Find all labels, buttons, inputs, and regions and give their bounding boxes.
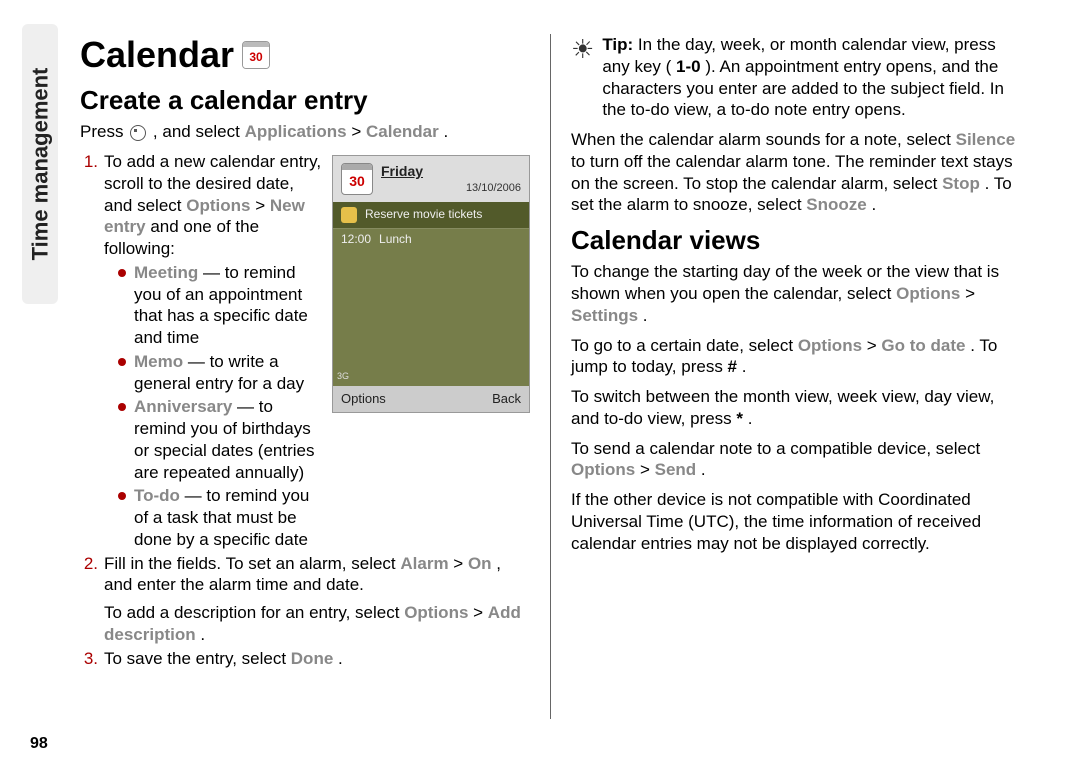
menu-options: Options [404, 603, 468, 622]
left-column: Calendar 30 Create a calendar entry Pres… [80, 30, 530, 759]
menu-stop: Stop [942, 174, 980, 193]
switch-view-paragraph: To switch between the month view, week v… [571, 386, 1021, 430]
section-tab: Time management [22, 24, 58, 304]
calendar-date-icon: 30 [341, 163, 373, 195]
screenshot-entry-1: Reserve movie tickets [333, 202, 529, 228]
menu-on: On [468, 554, 492, 573]
step-3: 3. To save the entry, select Done . [80, 648, 530, 670]
menu-settings: Settings [571, 306, 638, 325]
bullet-anniversary: Anniversary — to remind you of birthdays… [118, 396, 324, 483]
screenshot-softkeys: Options Back [333, 386, 529, 412]
menu-goto-date: Go to date [881, 336, 965, 355]
tip-block: ☀ Tip: In the day, week, or month calend… [571, 34, 1021, 121]
tip-label: Tip: [602, 35, 633, 54]
title-text: Calendar [80, 32, 234, 78]
utc-paragraph: If the other device is not compatible wi… [571, 489, 1021, 554]
send-paragraph: To send a calendar note to a compatible … [571, 438, 1021, 482]
calendar-icon: 30 [242, 41, 270, 69]
menu-options: Options [798, 336, 862, 355]
bullet-icon [118, 358, 126, 366]
step-1-block: 30 Friday 13/10/2006 Reserve movie ticke… [80, 151, 530, 551]
menu-options: Options [896, 284, 960, 303]
screenshot-date: 13/10/2006 [381, 181, 521, 195]
step-2: 2. Fill in the fields. To set an alarm, … [80, 553, 530, 646]
menu-silence: Silence [956, 130, 1016, 149]
alarm-paragraph: When the calendar alarm sounds for a not… [571, 129, 1021, 216]
menu-send: Send [655, 460, 697, 479]
subheading-create-entry: Create a calendar entry [80, 84, 530, 117]
menu-applications: Applications [245, 122, 347, 141]
goto-date-paragraph: To go to a certain date, select Options … [571, 335, 1021, 379]
bullet-meeting: Meeting — to remind you of an appointmen… [118, 262, 324, 349]
menu-alarm: Alarm [400, 554, 448, 573]
page-title: Calendar 30 [80, 32, 530, 78]
signal-indicator: 3G [337, 371, 349, 383]
phone-screenshot: 30 Friday 13/10/2006 Reserve movie ticke… [332, 155, 530, 413]
right-column: ☀ Tip: In the day, week, or month calend… [571, 30, 1021, 759]
menu-calendar: Calendar [366, 122, 439, 141]
section-label: Time management [27, 68, 53, 261]
page-number: 98 [30, 735, 48, 753]
columns: Calendar 30 Create a calendar entry Pres… [80, 30, 1040, 759]
softkey-right: Back [492, 391, 521, 408]
menu-done: Done [291, 649, 334, 668]
menu-options: Options [186, 196, 250, 215]
bullet-icon [118, 403, 126, 411]
column-divider [550, 34, 551, 719]
screenshot-dayname: Friday [381, 163, 521, 181]
menu-snooze: Snooze [806, 195, 866, 214]
note-icon [341, 207, 357, 223]
bullet-memo: Memo — to write a general entry for a da… [118, 351, 324, 395]
menu-key-icon [130, 125, 146, 141]
bullet-icon [118, 269, 126, 277]
menu-options: Options [571, 460, 635, 479]
softkey-left: Options [341, 391, 386, 408]
screenshot-header: 30 Friday 13/10/2006 [333, 156, 529, 202]
subheading-calendar-views: Calendar views [571, 224, 1021, 257]
screenshot-entry-2: 12:00 Lunch [333, 228, 529, 251]
settings-paragraph: To change the starting day of the week o… [571, 261, 1021, 326]
lightbulb-icon: ☀ [571, 36, 594, 121]
step-1: 1. To add a new calendar entry, scroll t… [80, 151, 324, 551]
bullet-todo: To-do — to remind you of a task that mus… [118, 485, 324, 550]
bullet-icon [118, 492, 126, 500]
manual-page: Time management 98 Calendar 30 Create a … [0, 0, 1080, 779]
press-instruction: Press , and select Applications > Calend… [80, 121, 530, 143]
